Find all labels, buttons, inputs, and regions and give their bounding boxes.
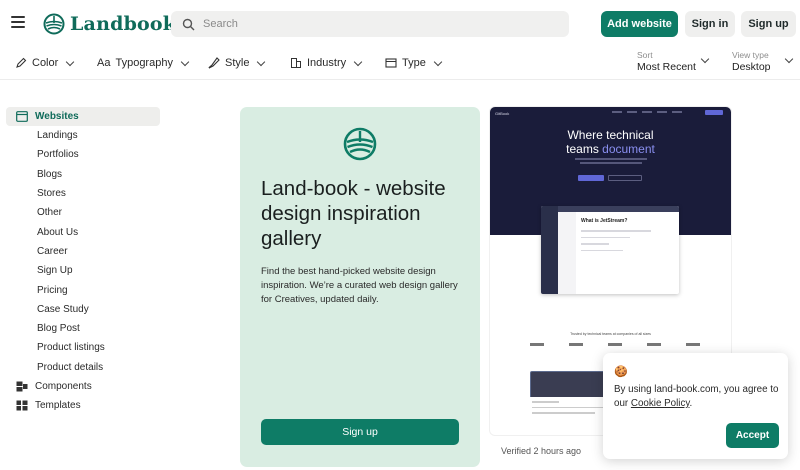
chevron-down-icon[interactable]	[700, 54, 710, 64]
sidebar-item-templates[interactable]: Templates	[6, 396, 160, 415]
preview-primary-button	[578, 175, 604, 181]
logo[interactable]: Landbook	[43, 11, 176, 37]
filter-industry[interactable]: Industry	[290, 55, 363, 71]
menu-icon[interactable]	[11, 16, 25, 28]
top-bar: Landbook Add website Sign in Sign up	[0, 0, 800, 46]
preview-headline-line2a: teams	[566, 142, 603, 156]
hero-card: Land-book - website design inspiration g…	[240, 107, 480, 467]
filter-color-label: Color	[32, 57, 59, 69]
sidebar-item-blog-post[interactable]: Blog Post	[6, 319, 160, 338]
cookie-icon: 🍪	[614, 366, 628, 378]
chevron-down-icon	[257, 57, 266, 66]
hero-description: Find the best hand-picked website design…	[261, 266, 458, 305]
view-type-label: View type	[732, 50, 769, 60]
chevron-down-icon[interactable]	[784, 54, 794, 64]
sidebar-item-case-study[interactable]: Case Study	[6, 300, 160, 319]
view-type-value: Desktop	[732, 61, 771, 73]
typography-icon: Aa	[97, 57, 111, 69]
preview-headline-highlight: document	[602, 142, 655, 156]
window-icon	[385, 58, 397, 68]
sidebar-item-blogs[interactable]: Blogs	[6, 165, 160, 184]
filter-type[interactable]: Type	[385, 55, 443, 71]
sign-in-button[interactable]: Sign in	[685, 11, 735, 37]
filter-typography-label: Typography	[115, 57, 173, 69]
preview-nav-cta	[705, 110, 723, 115]
sort-select[interactable]: Sort Most Recent	[637, 50, 696, 73]
sidebar-item-sign-up[interactable]: Sign Up	[6, 261, 160, 280]
sidebar-item-landings[interactable]: Landings	[6, 126, 160, 145]
sort-value: Most Recent	[637, 61, 696, 73]
preview-brand: GitBook	[495, 110, 510, 116]
preview-nav: GitBook	[490, 107, 731, 119]
landbook-logo-icon	[343, 127, 377, 161]
preview-client-logos	[530, 343, 700, 346]
sidebar-item-career[interactable]: Career	[6, 242, 160, 261]
cookie-policy-link[interactable]: Cookie Policy	[631, 398, 690, 409]
chevron-down-icon	[180, 57, 190, 66]
search-bar[interactable]	[171, 11, 569, 37]
logo-text: Landbook	[70, 13, 177, 35]
sidebar-item-label: Components	[35, 381, 92, 392]
landbook-logo-icon	[43, 13, 65, 35]
preview-app-screenshot: What is JetStream?	[541, 206, 679, 294]
sidebar-item-pricing[interactable]: Pricing	[6, 280, 160, 299]
building-icon	[291, 58, 301, 68]
sidebar-item-product-listings[interactable]: Product listings	[6, 338, 160, 357]
chevron-down-icon	[66, 57, 75, 66]
sidebar-item-websites[interactable]: Websites	[6, 107, 160, 126]
hero-sign-up-button[interactable]: Sign up	[261, 419, 459, 445]
verified-timestamp: Verified 2 hours ago	[501, 446, 582, 456]
preview-trusted-text: Trusted by technical teams at companies …	[570, 332, 651, 336]
preview-secondary-button	[608, 175, 642, 181]
view-type-select[interactable]: View type Desktop	[732, 50, 771, 73]
sidebar-item-stores[interactable]: Stores	[6, 184, 160, 203]
filter-style[interactable]: Style	[208, 55, 266, 71]
sidebar-item-label: Templates	[35, 400, 81, 412]
filter-color[interactable]: Color	[15, 55, 75, 71]
cookie-text-end: .	[689, 398, 693, 409]
filter-style-label: Style	[225, 57, 250, 69]
sort-label: Sort	[637, 50, 653, 60]
pen-icon	[16, 57, 27, 68]
cookie-banner: 🍪 By using land-book.com, you agree to o…	[603, 353, 788, 459]
preview-app-title: What is JetStream?	[581, 218, 628, 224]
preview-headline: Where technical teams document	[490, 128, 731, 156]
sidebar-item-product-details[interactable]: Product details	[6, 358, 160, 377]
chevron-down-icon	[433, 57, 443, 66]
sidebar-item-other[interactable]: Other	[6, 203, 160, 222]
sidebar-item-about-us[interactable]: About Us	[6, 222, 160, 241]
accept-cookies-button[interactable]: Accept	[726, 423, 779, 448]
components-icon	[16, 381, 28, 392]
filter-bar: Color Aa Typography Style Industry Type …	[0, 46, 800, 80]
templates-icon	[16, 400, 28, 411]
browser-icon	[16, 111, 28, 122]
brush-icon	[208, 57, 220, 69]
add-website-button[interactable]: Add website	[601, 11, 678, 37]
preview-nav-links	[612, 111, 682, 113]
sidebar-item-portfolios[interactable]: Portfolios	[6, 145, 160, 164]
preview-subtext	[575, 158, 647, 166]
filter-typography[interactable]: Aa Typography	[97, 55, 190, 71]
sidebar-item-label: Websites	[35, 111, 79, 122]
search-input[interactable]	[203, 18, 543, 30]
hero-title: Land-book - website design inspiration g…	[261, 177, 446, 250]
preview-headline-line2: teams document	[490, 142, 731, 156]
filter-type-label: Type	[402, 57, 426, 69]
sidebar-item-components[interactable]: Components	[6, 377, 160, 396]
cookie-text: By using land-book.com, you agree to our…	[614, 383, 784, 411]
search-icon	[182, 18, 195, 30]
preview-headline-line1: Where technical	[567, 128, 654, 142]
category-sidebar: Websites Landings Portfolios Blogs Store…	[6, 107, 160, 415]
filter-industry-label: Industry	[307, 57, 347, 69]
chevron-down-icon	[353, 57, 363, 66]
sign-up-button[interactable]: Sign up	[741, 11, 796, 37]
